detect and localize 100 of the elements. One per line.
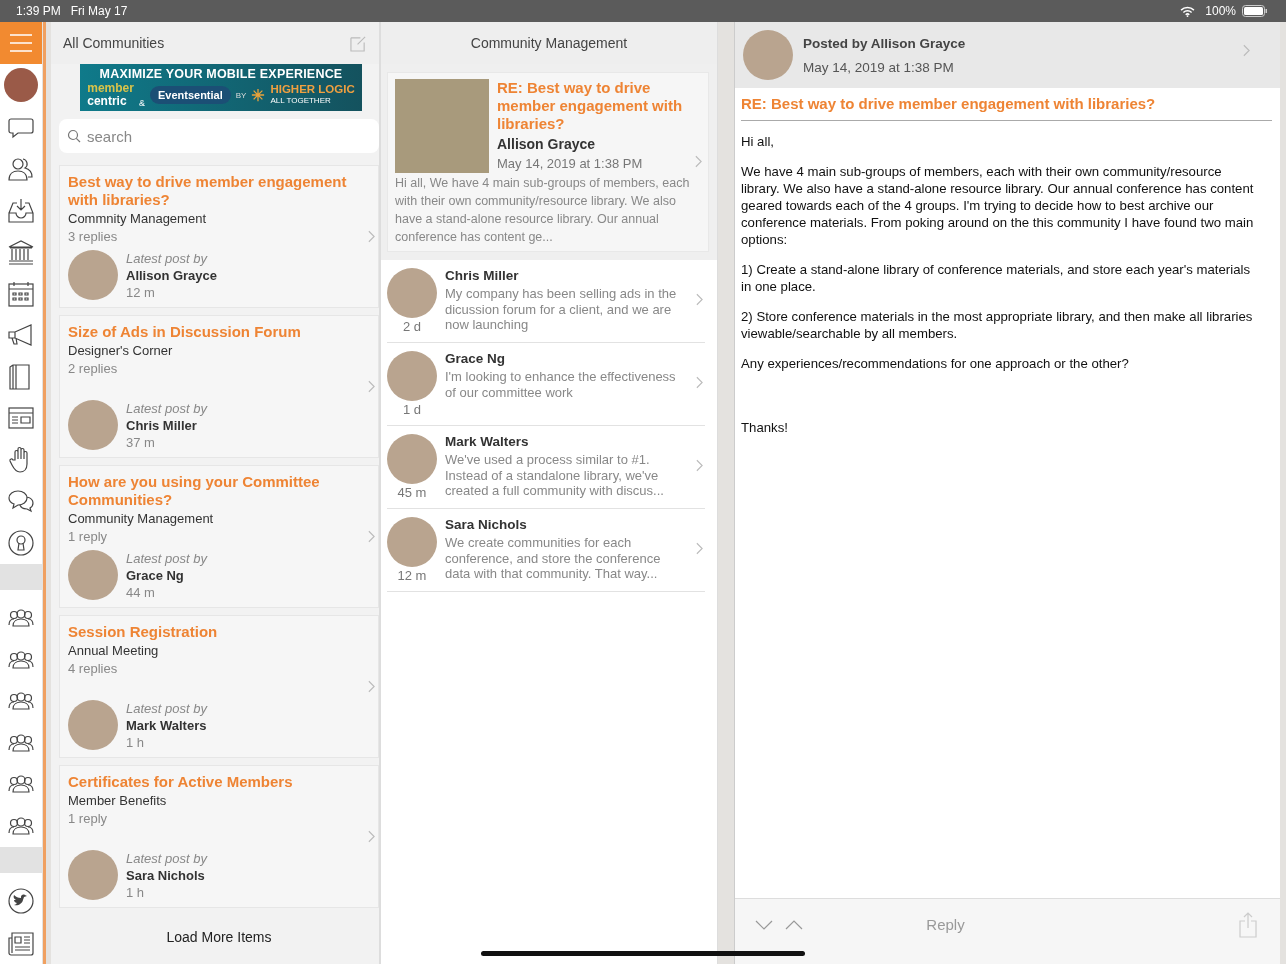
chevron-right-icon: [696, 459, 703, 472]
post-header[interactable]: Posted by Allison Grayce May 14, 2019 at 1:38 PM: [735, 22, 1280, 88]
thread-card[interactable]: How are you using your Committee Communities? Community Management 1 reply Latest post by Grace Ng 44 m: [59, 465, 379, 608]
author-avatar: [387, 268, 437, 318]
post-paragraph: 2) Store conference materials in the most appropriate library, and then make all libraries viewable/searchable by all members.: [741, 308, 1254, 342]
inbox-icon[interactable]: [7, 196, 35, 225]
author-name: Grace Ng: [126, 567, 185, 583]
post-age: 1 d: [402, 402, 422, 417]
author-name: Mark Walters: [445, 434, 530, 449]
post-age: 37 m: [126, 434, 156, 450]
ad-banner[interactable]: MAXIMIZE YOUR MOBILE EXPERIENCE member centric & Eventsential BY HIGHER LOGIC ALL TOGETHER: [80, 64, 362, 111]
post-paragraph: Any experiences/recommendations for one approach or the other?: [741, 355, 1130, 372]
post-excerpt: Hi all, We have 4 main sub-groups of members, each with their own community/resource library. We also have a stand-alone resource library. Our annual conference has content ge...: [395, 176, 690, 244]
profile-avatar[interactable]: [4, 67, 38, 102]
author-name: Chris Miller: [445, 268, 520, 283]
community-name: Annual Meeting: [68, 643, 160, 658]
post-date: May 14, 2019 at 1:38 PM: [497, 156, 643, 171]
chevron-right-icon: [368, 230, 375, 243]
chevron-right-icon: [695, 155, 702, 168]
reply-excerpt: I'm looking to enhance the effectiveness of our committee work: [445, 369, 677, 400]
author-name: Chris Miller: [126, 417, 198, 433]
reply-excerpt: My company has been selling ads in the dicussion forum for a client, and we are now launching: [445, 286, 678, 333]
community-name: Designer's Corner: [68, 343, 174, 358]
reply-row[interactable]: 2 d Chris Miller My company has been selling ads in the dicussion forum for a client, and we are now launching: [387, 260, 705, 343]
reply-count: 2 replies: [68, 361, 119, 376]
bird-icon[interactable]: [7, 887, 35, 916]
author-name: Sara Nichols: [126, 867, 206, 883]
reply-count: 1 reply: [68, 811, 109, 826]
thread-card[interactable]: Best way to drive member engagement with libraries? Commnity Management 3 replies Latest post by Allison Grayce 12 m: [59, 165, 379, 308]
banner-brand-pill: Eventsential: [149, 86, 231, 104]
thread-card[interactable]: Certificates for Active Members Member Benefits 1 reply Latest post by Sara Nichols 1 h: [59, 765, 379, 908]
featured-post-card[interactable]: [387, 72, 709, 252]
post-paragraph: We have 4 main sub-groups of members, each with their own community/resource library. We also have a stand-alone resource library. Our annual conference has content geared towards each of the 4 groups. I'm trying to decide how to best archive our conference materials. From poking around on the this community I have found two main options:: [741, 163, 1255, 248]
reply-count: 1 reply: [68, 529, 109, 544]
post-title: RE: Best way to drive member engagement with libraries?: [741, 88, 1272, 121]
keyhole-icon[interactable]: [7, 528, 35, 557]
thread-title: Best way to drive member engagement with libraries?: [68, 173, 348, 209]
post-age: 12 m: [126, 284, 156, 300]
post-age: 12 m: [397, 568, 427, 583]
author-avatar: [387, 517, 437, 567]
post-paragraph: 1) Create a stand-alone library of conference materials, and store each year's materials in one place.: [741, 261, 1252, 295]
author-avatar: [68, 250, 118, 300]
latest-post-label: Latest post by: [126, 550, 207, 566]
post-age: 45 m: [397, 485, 427, 500]
banner-tagline: ALL TOGETHER: [270, 95, 332, 106]
author-avatar: [68, 400, 118, 450]
post-date: May 14, 2019 at 1:38 PM: [803, 59, 955, 75]
community-name: Community Management: [68, 511, 215, 526]
thread-title: How are you using your Committee Communities?: [68, 473, 321, 509]
calendar-icon[interactable]: [7, 279, 35, 308]
status-time: 1:39 PM: [16, 4, 61, 18]
status-date: Fri May 17: [70, 4, 128, 18]
banner-ampersand: &: [138, 98, 145, 108]
banner-brand-text: centric: [87, 95, 128, 108]
chevron-right-icon: [696, 542, 703, 555]
chevron-up-icon[interactable]: [785, 919, 803, 930]
banner-brand-text: member: [87, 82, 134, 95]
chevron-right-icon: [368, 530, 375, 543]
post-title: RE: Best way to drive member engagement with libraries?: [497, 79, 684, 133]
author-avatar: [743, 30, 793, 80]
thread-title: Certificates for Active Members: [68, 773, 294, 791]
latest-post-label: Latest post by: [126, 250, 209, 266]
latest-post-label: Latest post by: [126, 850, 207, 866]
latest-post-label: Latest post by: [126, 400, 207, 416]
panel-title: Community Management: [470, 35, 628, 51]
chevron-right-icon: [368, 380, 375, 393]
chevron-down-icon[interactable]: [755, 919, 773, 930]
search-icon: [67, 129, 81, 143]
post-paragraph: Hi all,: [741, 133, 775, 150]
author-avatar: [387, 434, 437, 484]
author-avatar: [68, 850, 118, 900]
banner-by-text: BY: [235, 90, 247, 100]
bank-icon[interactable]: [7, 238, 35, 267]
author-name: Grace Ng: [445, 351, 507, 366]
posted-by: Posted by Allison Grayce: [803, 35, 966, 51]
chevron-right-icon: [696, 293, 703, 306]
battery-icon: [1242, 5, 1268, 17]
chevron-right-icon: [368, 830, 375, 843]
banner-headline: MAXIMIZE YOUR MOBILE EXPERIENCE: [99, 67, 343, 81]
author-avatar: [387, 351, 437, 401]
reply-row[interactable]: 12 m Sara Nichols We create communities for each conference, and store the conference data with that community. That way...: [387, 509, 705, 592]
panel-title: All Communities: [63, 35, 166, 51]
people-icon[interactable]: [7, 155, 35, 184]
thread-card[interactable]: Size of Ads in Discussion Forum Designer's Corner 2 replies Latest post by Chris Miller 37 m: [59, 315, 379, 458]
post-paragraph: Thanks!: [741, 419, 789, 436]
author-name: Allison Grayce: [497, 136, 596, 152]
author-name: Sara Nichols: [445, 517, 528, 532]
load-more-button[interactable]: Load More Items: [59, 923, 379, 951]
chevron-right-icon: [1243, 44, 1250, 57]
reply-row[interactable]: 45 m Mark Walters We've used a process similar to #1. Instead of a standalone library, we've created a full community with discus...: [387, 426, 705, 509]
search-field[interactable]: search: [59, 119, 379, 153]
reply-excerpt: We create communities for each conference, and store the conference data with that community. That way...: [445, 535, 662, 582]
thread-card[interactable]: Session Registration Annual Meeting 4 replies Latest post by Mark Walters 1 h: [59, 615, 379, 758]
thread-title: Size of Ads in Discussion Forum: [68, 323, 302, 341]
reply-count: 4 replies: [68, 661, 119, 676]
menu-icon: [9, 33, 33, 53]
author-name: Mark Walters: [126, 717, 207, 733]
reply-row[interactable]: 1 d Grace Ng I'm looking to enhance the effectiveness of our committee work: [387, 343, 705, 426]
battery-percent: 100%: [1205, 4, 1236, 18]
chevron-right-icon: [696, 376, 703, 389]
